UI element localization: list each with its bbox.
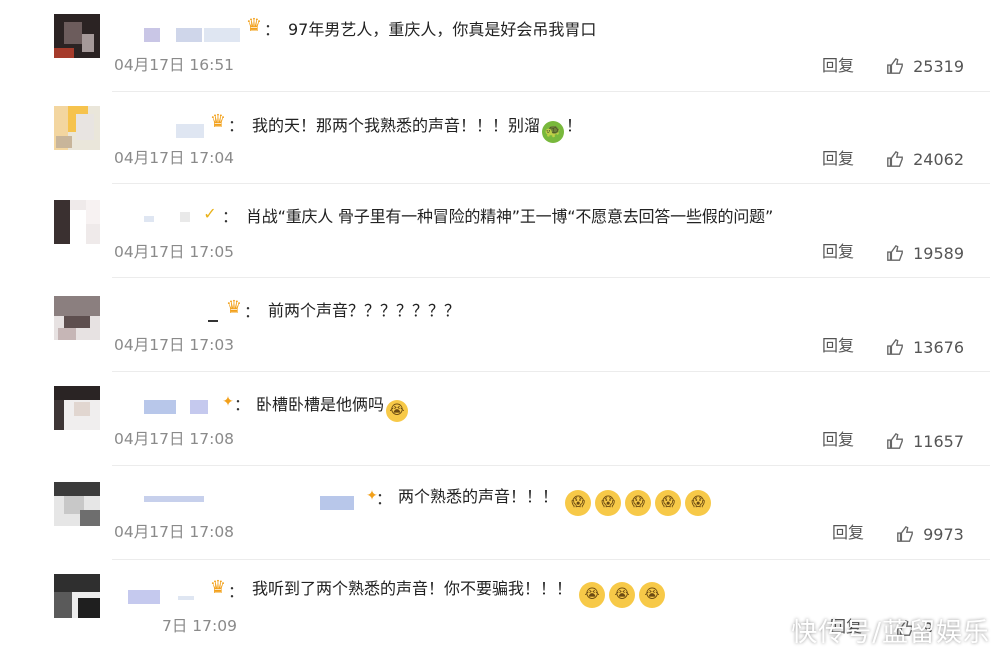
comment-text-body: 我的天！那两个我熟悉的声音！！！别溜 bbox=[252, 116, 541, 135]
comment-text: 肖战“重庆人 骨子里有一种冒险的精神”王一博“不愿意去回答一些假的问题” bbox=[246, 207, 774, 226]
colon: ： bbox=[222, 207, 239, 226]
username-blurred[interactable] bbox=[144, 28, 244, 42]
thumbs-up-icon bbox=[887, 432, 903, 449]
reply-button[interactable]: 回复 bbox=[822, 56, 854, 76]
crying-emoji-icon: 😭 bbox=[609, 582, 636, 608]
avatar[interactable] bbox=[54, 14, 100, 58]
like-button[interactable]: 19589 bbox=[886, 243, 964, 265]
thumbs-up-icon bbox=[887, 150, 903, 167]
username-blurred[interactable] bbox=[176, 124, 206, 138]
colon: ： bbox=[376, 489, 393, 508]
comment-text-body: 两个熟悉的声音！！！ bbox=[398, 487, 559, 506]
crown-badge-icon: ♛ bbox=[225, 297, 243, 318]
comment-item: ✦ ： 卧槽卧槽是他俩吗 😭 04月17日 17:08 回复 11657 bbox=[0, 372, 998, 466]
scared-emoji-icon: 😱 bbox=[595, 490, 622, 516]
like-count: 24062 bbox=[913, 150, 964, 169]
thumbs-up-icon bbox=[887, 57, 903, 74]
comment-item: ✓ ： 肖战“重庆人 骨子里有一种冒险的精神”王一博“不愿意去回答一些假的问题”… bbox=[0, 184, 998, 278]
comment-item: ♛ ： 我的天！那两个我熟悉的声音！！！别溜 🐢！ 04月17日 17:04 回复… bbox=[0, 92, 998, 184]
comment-text: 我听到了两个熟悉的声音！你不要骗我！！！ 😭 😭 😭 bbox=[252, 578, 667, 608]
comment-text-tail: ！ bbox=[566, 116, 583, 135]
like-count: 9973 bbox=[923, 525, 964, 544]
scared-emoji-icon: 😱 bbox=[625, 490, 652, 516]
avatar[interactable] bbox=[54, 296, 100, 340]
colon: ： bbox=[244, 302, 261, 321]
like-button[interactable]: 13676 bbox=[886, 337, 964, 359]
colon: ： bbox=[228, 116, 245, 135]
comment-item: ♛ ： 97年男艺人，重庆人，你真是好会吊我胃口 04月17日 16:51 回复… bbox=[0, 0, 998, 92]
comment-time: 04月17日 17:04 bbox=[114, 149, 235, 167]
avatar[interactable] bbox=[54, 482, 100, 526]
colon: ： bbox=[264, 20, 281, 39]
comment-text-body: 卧槽卧槽是他俩吗 bbox=[256, 395, 385, 414]
thumbs-up-icon bbox=[897, 525, 913, 542]
crying-emoji-icon: 😭 bbox=[639, 582, 666, 608]
comment-item: ♛ ： 前两个声音？？？？？？？ 04月17日 17:03 回复 13676 bbox=[0, 278, 998, 372]
crown-badge-icon: ♛ bbox=[245, 15, 263, 36]
username-blurred[interactable] bbox=[144, 496, 354, 510]
like-count: 25319 bbox=[913, 57, 964, 76]
comment-text: 前两个声音？？？？？？？ bbox=[268, 301, 461, 320]
comment-time: 04月17日 16:51 bbox=[114, 56, 235, 74]
crown-badge-icon: ♛ bbox=[209, 111, 227, 132]
like-count: 19589 bbox=[913, 244, 964, 263]
reply-button[interactable]: 回复 bbox=[822, 430, 854, 450]
avatar[interactable] bbox=[54, 386, 100, 430]
turtle-emoji-icon: 🐢 bbox=[542, 121, 565, 143]
comment-text: 97年男艺人，重庆人，你真是好会吊我胃口 bbox=[288, 20, 597, 39]
crown-badge-icon: ♛ bbox=[209, 577, 227, 598]
comment-time: 04月17日 17:05 bbox=[114, 243, 235, 261]
thumbs-up-icon bbox=[887, 338, 903, 355]
watermark: 快传号/蓝留娱乐 bbox=[791, 618, 990, 648]
scared-emoji-icon: 😱 bbox=[565, 490, 592, 516]
like-button[interactable]: 9973 bbox=[896, 524, 964, 546]
avatar[interactable] bbox=[54, 106, 100, 150]
comment-time: 7日 17:09 bbox=[162, 617, 237, 635]
comment-text: 卧槽卧槽是他俩吗 😭 bbox=[256, 394, 410, 422]
username-blurred[interactable] bbox=[128, 590, 208, 604]
avatar[interactable] bbox=[54, 574, 100, 618]
reply-button[interactable]: 回复 bbox=[822, 149, 854, 169]
crying-emoji-icon: 😭 bbox=[386, 400, 409, 422]
colon: ： bbox=[228, 582, 245, 601]
username-blurred[interactable] bbox=[144, 400, 214, 414]
avatar[interactable] bbox=[54, 200, 100, 244]
comment-item: ✦ ： 两个熟悉的声音！！！ 😱 😱 😱 😱 😱 04月17日 17:08 回复 997… bbox=[0, 466, 998, 560]
comment-text-body: 我听到了两个熟悉的声音！你不要骗我！！！ bbox=[252, 579, 573, 598]
scared-emoji-icon: 😱 bbox=[655, 490, 682, 516]
scared-emoji-icon: 😱 bbox=[685, 490, 712, 516]
like-count: 11657 bbox=[913, 432, 964, 451]
verified-badge-icon: ✓ bbox=[203, 204, 217, 223]
like-count: 13676 bbox=[913, 338, 964, 357]
comment-text: 两个熟悉的声音！！！ 😱 😱 😱 😱 😱 bbox=[398, 486, 713, 516]
like-button[interactable]: 11657 bbox=[886, 431, 964, 453]
comment-time: 04月17日 17:08 bbox=[114, 523, 235, 541]
comment-time: 04月17日 17:03 bbox=[114, 336, 235, 354]
colon: ： bbox=[234, 395, 251, 414]
like-button[interactable]: 25319 bbox=[886, 56, 964, 78]
reply-button[interactable]: 回复 bbox=[832, 523, 864, 543]
comment-time: 04月17日 17:08 bbox=[114, 430, 235, 448]
thumbs-up-icon bbox=[887, 244, 903, 261]
like-button[interactable]: 24062 bbox=[886, 149, 964, 171]
reply-button[interactable]: 回复 bbox=[822, 242, 854, 262]
comment-text: 我的天！那两个我熟悉的声音！！！别溜 🐢！ bbox=[252, 115, 582, 143]
reply-button[interactable]: 回复 bbox=[822, 336, 854, 356]
crying-emoji-icon: 😭 bbox=[579, 582, 606, 608]
